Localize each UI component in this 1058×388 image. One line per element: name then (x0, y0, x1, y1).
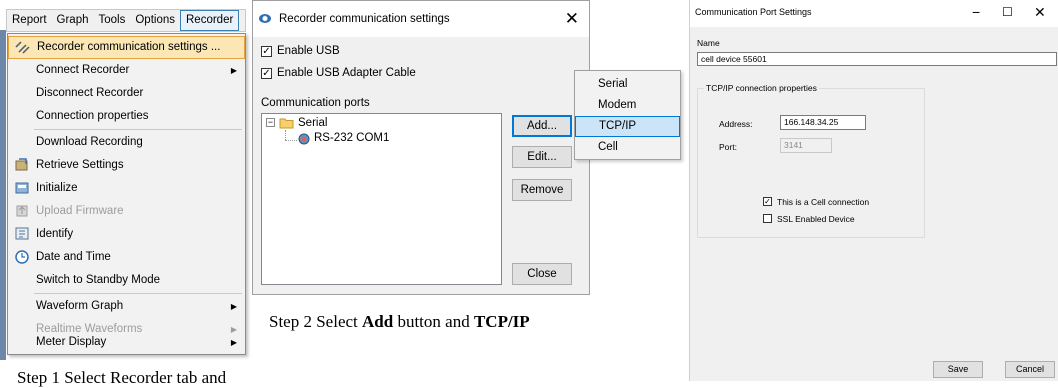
menu-item-connection-properties[interactable]: Connection properties (8, 105, 245, 128)
add-menu-cell[interactable]: Cell (575, 137, 680, 158)
menu-options[interactable]: Options (130, 10, 180, 31)
menu-item-meter-display[interactable]: Meter Display ▶ (8, 331, 245, 354)
add-menu-tcpip[interactable]: TCP/IP (575, 116, 680, 137)
menu-graph[interactable]: Graph (52, 10, 94, 31)
cancel-button[interactable]: Cancel (1005, 361, 1055, 378)
port-label: Port: (719, 142, 737, 152)
enable-usb-adapter-checkbox[interactable]: ✓ (261, 68, 272, 79)
add-port-menu: Serial Modem TCP/IP Cell (574, 70, 681, 160)
close-icon[interactable]: ✕ (565, 9, 579, 29)
app-icon (259, 14, 271, 23)
address-input[interactable]: 166.148.34.25 (780, 115, 866, 130)
tree-item-serial[interactable]: Serial (298, 117, 327, 129)
step2-caption: Step 2 Select Add button and TCP/IP (269, 312, 530, 331)
dialog-title: Communication Port Settings (695, 7, 812, 17)
serial-port-icon (297, 132, 311, 148)
menu-item-waveform-graph[interactable]: Waveform Graph ▶ (8, 295, 245, 318)
recorder-dropdown: Recorder communication settings ... Conn… (7, 33, 246, 355)
remove-button[interactable]: Remove (512, 179, 572, 201)
menu-report[interactable]: Report (7, 10, 52, 31)
upload-icon (14, 204, 29, 219)
retrieve-icon (14, 158, 29, 173)
enable-usb-label: Enable USB (277, 45, 340, 57)
tcpip-group-label: TCP/IP connection properties (704, 83, 819, 93)
menu-item-download-recording[interactable]: Download Recording (8, 131, 245, 154)
submenu-arrow-icon: ▶ (230, 66, 237, 75)
close-icon[interactable]: ✕ (1034, 4, 1046, 21)
menu-item-retrieve-settings[interactable]: Retrieve Settings (8, 154, 245, 177)
tcpip-groupbox: TCP/IP connection properties Address: 16… (697, 83, 925, 238)
add-menu-modem[interactable]: Modem (575, 95, 680, 116)
communication-ports-label: Communication ports (261, 97, 370, 109)
menu-tools[interactable]: Tools (94, 10, 131, 31)
cell-connection-checkbox[interactable]: ✓ (763, 197, 772, 206)
menu-item-recorder-communication-settings[interactable]: Recorder communication settings ... (8, 36, 245, 59)
initialize-icon (14, 181, 29, 196)
ssl-enabled-label: SSL Enabled Device (777, 214, 855, 224)
maximize-icon[interactable]: ☐ (1002, 5, 1013, 19)
enable-usb-adapter-label: Enable USB Adapter Cable (277, 67, 416, 79)
add-menu-serial[interactable]: Serial (575, 74, 680, 95)
ssl-enabled-checkbox[interactable] (763, 214, 772, 223)
tree-line (285, 130, 286, 140)
recorder-menu-panel: Report Graph Tools Options Recorder Reco… (0, 0, 250, 387)
menu-recorder[interactable]: Recorder (180, 10, 240, 31)
recorder-communication-settings-dialog: Recorder communication settings ✕ ✓ Enab… (252, 0, 590, 295)
dialog-title: Recorder communication settings (279, 13, 450, 25)
name-input[interactable]: cell device 55601 (697, 52, 1057, 66)
menu-bar: Report Graph Tools Options Recorder (6, 9, 246, 32)
folder-icon (279, 117, 294, 132)
menu-item-connect-recorder[interactable]: Connect Recorder ▶ (8, 59, 245, 82)
communication-port-settings-dialog: Communication Port Settings − ☐ ✕ Name c… (689, 0, 1058, 381)
identify-icon (14, 227, 29, 242)
port-input[interactable]: 3141 (780, 138, 832, 153)
enable-usb-checkbox[interactable]: ✓ (261, 46, 272, 57)
submenu-arrow-icon: ▶ (230, 302, 237, 311)
save-button[interactable]: Save (933, 361, 983, 378)
menu-item-disconnect-recorder[interactable]: Disconnect Recorder (8, 82, 245, 105)
submenu-arrow-icon: ▶ (230, 338, 237, 347)
menu-separator (34, 293, 242, 294)
minimize-icon[interactable]: − (972, 4, 980, 20)
app-window-edge (0, 30, 6, 360)
close-button[interactable]: Close (512, 263, 572, 285)
menu-item-initialize[interactable]: Initialize (8, 177, 245, 200)
recorder-settings-icon (15, 41, 30, 56)
menu-item-switch-to-standby[interactable]: Switch to Standby Mode (8, 269, 245, 292)
menu-item-upload-firmware[interactable]: Upload Firmware (8, 200, 245, 223)
menu-separator (34, 129, 242, 130)
add-button[interactable]: Add... (512, 115, 572, 137)
address-label: Address: (719, 119, 753, 129)
collapse-icon[interactable]: − (266, 118, 275, 127)
menu-item-date-and-time[interactable]: Date and Time (8, 246, 245, 269)
menu-item-identify[interactable]: Identify (8, 223, 245, 246)
cell-connection-label: This is a Cell connection (777, 197, 870, 207)
clock-icon (14, 250, 29, 265)
name-label: Name (697, 38, 720, 48)
dialog-titlebar: Recorder communication settings ✕ (253, 1, 589, 37)
edit-button[interactable]: Edit... (512, 146, 572, 168)
tree-item-rs232[interactable]: RS-232 COM1 (314, 132, 389, 144)
tree-line (285, 140, 297, 141)
ports-tree[interactable]: − Serial RS-232 COM1 (261, 113, 502, 285)
step1-caption: Step 1 Select Recorder tab and (17, 368, 227, 387)
dialog-titlebar: Communication Port Settings − ☐ ✕ (690, 0, 1058, 27)
